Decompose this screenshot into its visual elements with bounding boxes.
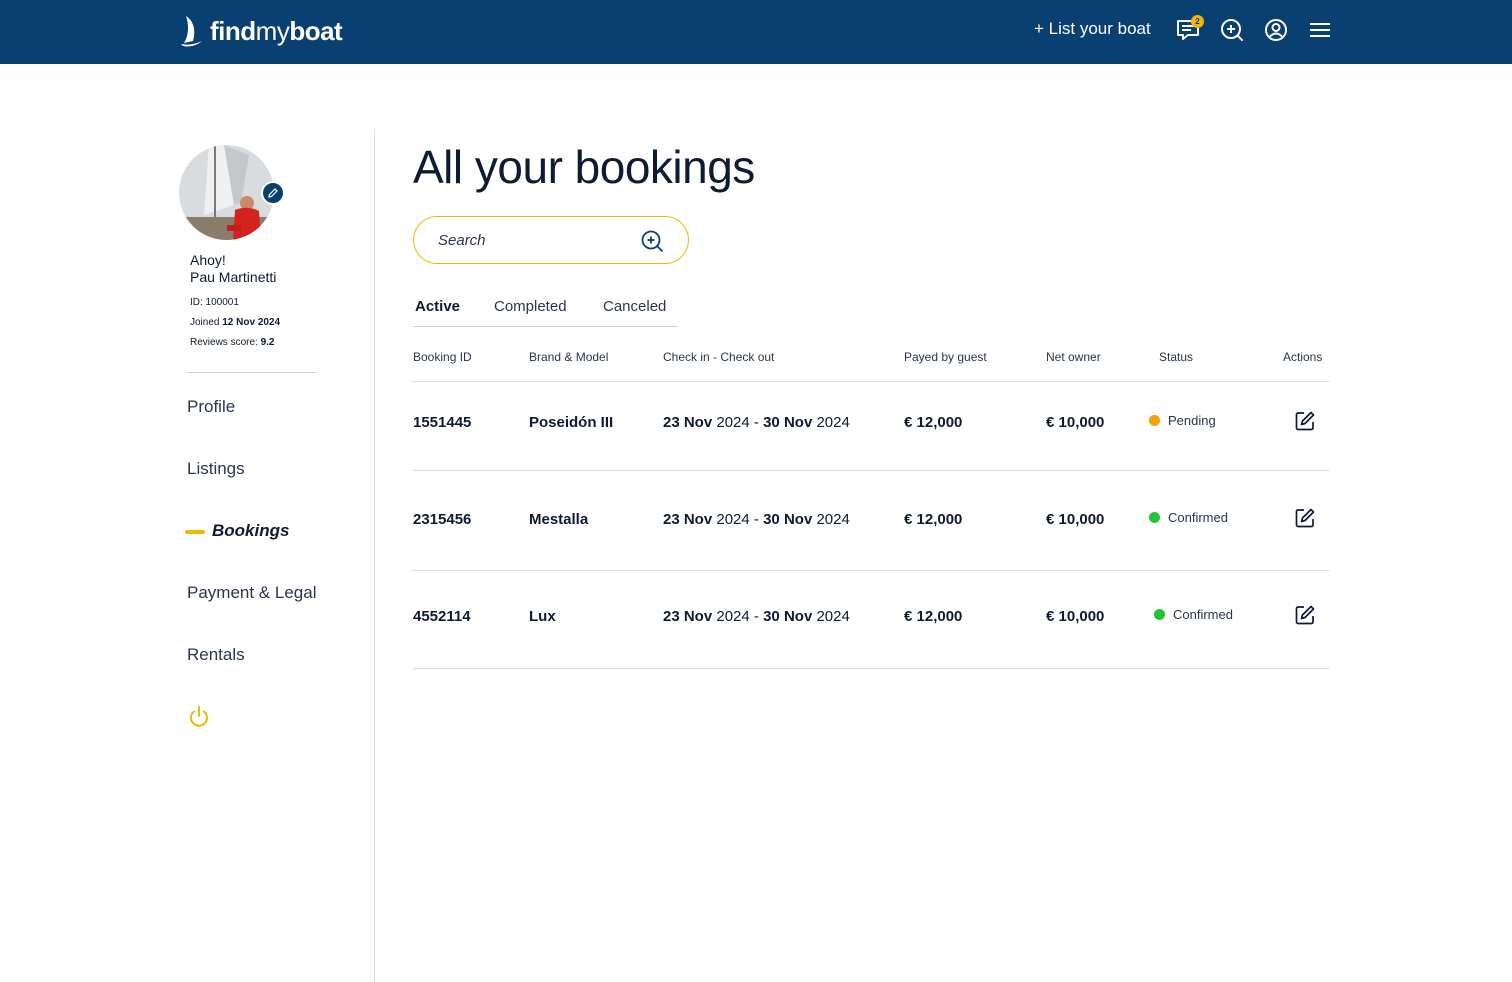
- column-header-payed-by-guest: Payed by guest: [904, 350, 987, 364]
- logout-power-icon[interactable]: [187, 705, 211, 729]
- status-label: Confirmed: [1173, 607, 1233, 622]
- row-divider: [413, 570, 1329, 571]
- findmyboat-logo[interactable]: findmyboat: [180, 14, 343, 48]
- column-header-actions: Actions: [1283, 350, 1323, 364]
- avatar-photo: [179, 145, 274, 240]
- tab-canceled[interactable]: Canceled: [603, 298, 666, 315]
- brand-model: Lux: [529, 608, 556, 625]
- active-indicator: [185, 530, 205, 534]
- edit-booking-icon[interactable]: [1294, 604, 1316, 626]
- logo-wordmark: findmyboat: [210, 15, 343, 46]
- search-box: [413, 216, 689, 264]
- status-label: Confirmed: [1168, 510, 1228, 525]
- profile-greeting: Ahoy! Pau Martinetti: [190, 252, 276, 286]
- checkin-checkout: 23 Nov 2024 - 30 Nov 2024: [663, 608, 850, 625]
- sail-logo-icon: [181, 16, 202, 47]
- payed-by-guest: € 12,000: [904, 511, 963, 528]
- tab-active[interactable]: Active: [415, 298, 460, 315]
- status-badge: Pending: [1149, 413, 1216, 428]
- joined-date: Joined 12 Nov 2024: [190, 317, 281, 328]
- edit-avatar-button[interactable]: [261, 181, 285, 205]
- avatar: [179, 145, 274, 240]
- user-account-icon[interactable]: [1263, 17, 1289, 43]
- top-navbar: findmyboat + List your boat 2: [0, 0, 1512, 64]
- booking-id: 4552114: [413, 608, 471, 625]
- page-title: All your bookings: [413, 141, 755, 193]
- booking-id: 2315456: [413, 511, 472, 528]
- payed-by-guest: € 12,000: [904, 608, 963, 625]
- column-header-booking-id: Booking ID: [413, 350, 472, 364]
- brand-model: Poseidón III: [529, 414, 614, 431]
- hamburger-menu-icon[interactable]: [1307, 17, 1333, 43]
- brand-model: Mestalla: [529, 511, 589, 528]
- booking-tabs: Active Completed Canceled: [413, 296, 678, 327]
- status-dot: [1154, 609, 1165, 620]
- payed-by-guest: € 12,000: [904, 414, 963, 431]
- net-owner: € 10,000: [1046, 414, 1105, 431]
- sidebar-item-profile[interactable]: Profile: [187, 397, 235, 417]
- sidebar-separator: [374, 130, 375, 982]
- net-owner: € 10,000: [1046, 511, 1105, 528]
- booking-id: 1551445: [413, 414, 472, 431]
- pencil-icon: [268, 188, 278, 198]
- column-header-brand-model: Brand & Model: [529, 350, 609, 364]
- user-name: Pau Martinetti: [190, 269, 277, 285]
- search-icon[interactable]: [640, 229, 664, 253]
- table-header-divider: [413, 381, 1329, 382]
- greeting-text: Ahoy!: [190, 252, 226, 268]
- reviews-score: Reviews score: 9.2: [190, 337, 275, 348]
- list-your-boat-button[interactable]: + List your boat: [1034, 19, 1151, 39]
- column-header-checkin-checkout: Check in - Check out: [663, 350, 775, 364]
- status-badge: Confirmed: [1154, 607, 1233, 622]
- column-header-status: Status: [1159, 350, 1194, 364]
- user-id: ID: 100001: [190, 297, 239, 308]
- status-label: Pending: [1168, 413, 1216, 428]
- tab-completed[interactable]: Completed: [494, 298, 567, 315]
- net-owner: € 10,000: [1046, 608, 1105, 625]
- sidebar-item-payment-legal[interactable]: Payment & Legal: [187, 583, 316, 603]
- sidebar-item-rentals[interactable]: Rentals: [187, 645, 245, 665]
- search-input[interactable]: [438, 229, 638, 251]
- sidebar-item-bookings[interactable]: Bookings: [212, 521, 289, 541]
- messages-count-badge: 2: [1191, 15, 1204, 28]
- edit-booking-icon[interactable]: [1294, 410, 1316, 432]
- status-dot: [1149, 415, 1160, 426]
- column-header-net-owner: Net owner: [1046, 350, 1101, 364]
- status-badge: Confirmed: [1149, 510, 1228, 525]
- checkin-checkout: 23 Nov 2024 - 30 Nov 2024: [663, 511, 850, 528]
- row-divider: [413, 668, 1329, 669]
- edit-booking-icon[interactable]: [1294, 507, 1316, 529]
- add-search-icon[interactable]: [1219, 17, 1245, 43]
- status-dot: [1149, 512, 1160, 523]
- sidebar-item-listings[interactable]: Listings: [187, 459, 245, 479]
- checkin-checkout: 23 Nov 2024 - 30 Nov 2024: [663, 414, 850, 431]
- row-divider: [413, 470, 1329, 471]
- sidebar-divider: [187, 372, 316, 373]
